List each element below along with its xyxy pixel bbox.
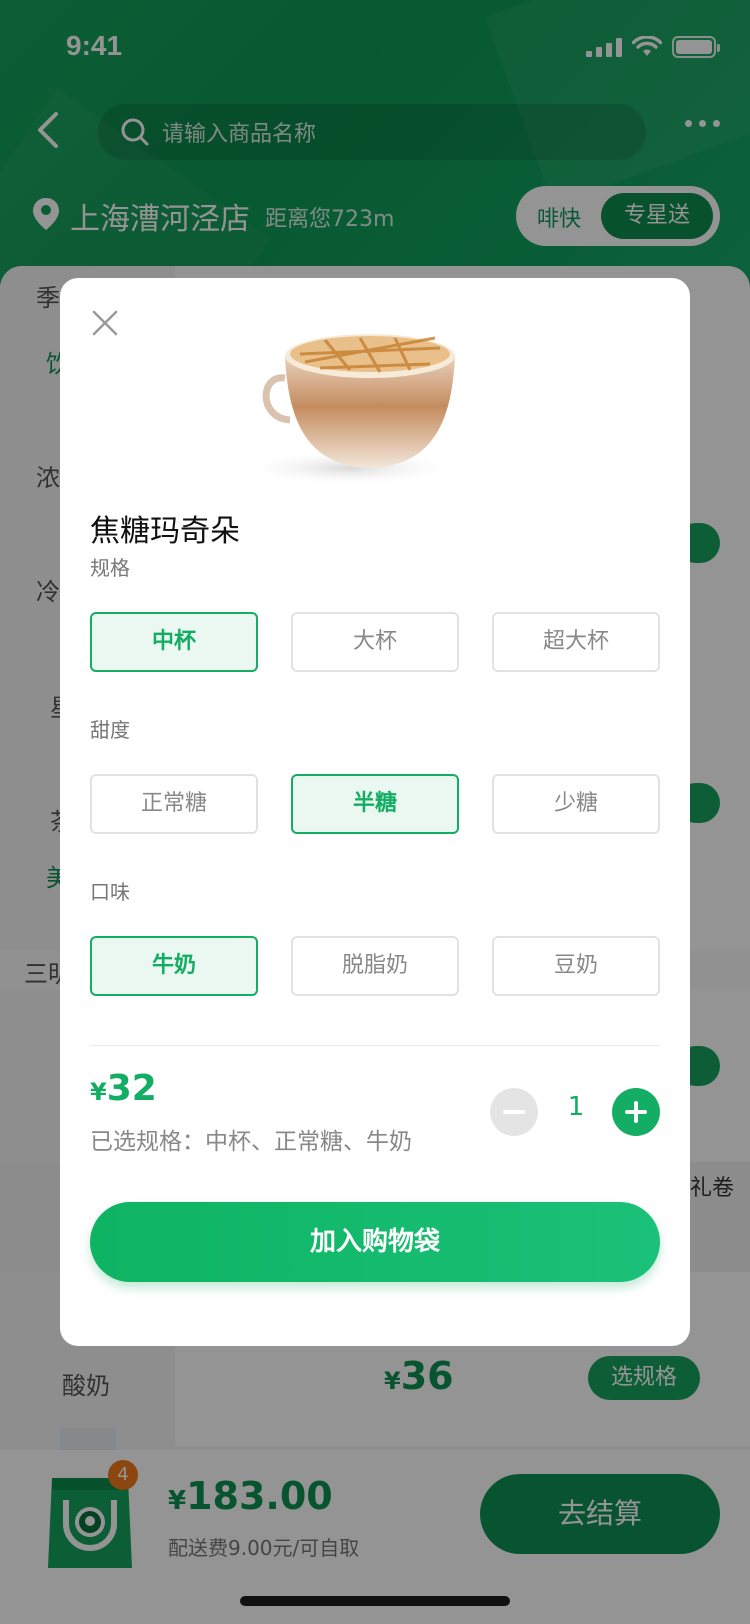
sweetness-section-label: 甜度 (90, 718, 130, 742)
size-option-extra-large[interactable]: 超大杯 (492, 612, 660, 672)
milk-option-skim[interactable]: 脱脂奶 (291, 936, 459, 996)
sweetness-option-normal[interactable]: 正常糖 (90, 774, 258, 834)
size-option-large[interactable]: 大杯 (291, 612, 459, 672)
milk-options: 牛奶 脱脂奶 豆奶 (90, 936, 660, 996)
milk-section-label: 口味 (90, 880, 130, 904)
home-indicator (240, 1596, 510, 1606)
size-section-label: 规格 (90, 556, 130, 580)
sweetness-option-less[interactable]: 少糖 (492, 774, 660, 834)
sweetness-option-half[interactable]: 半糖 (291, 774, 459, 834)
sweetness-options: 正常糖 半糖 少糖 (90, 774, 660, 834)
quantity-value: 1 (567, 1092, 585, 1122)
divider (90, 1045, 660, 1046)
product-price: ¥32 (90, 1068, 157, 1109)
coffee-cup-image (240, 334, 460, 486)
milk-option-whole[interactable]: 牛奶 (90, 936, 258, 996)
close-icon[interactable] (90, 308, 120, 338)
product-name: 焦糖玛奇朵 (90, 514, 240, 549)
quantity-increase-button[interactable] (612, 1088, 660, 1136)
size-option-medium[interactable]: 中杯 (90, 612, 258, 672)
quantity-decrease-button[interactable] (490, 1088, 538, 1136)
product-options-modal: 焦糖玛奇朵 规格 中杯 大杯 超大杯 甜度 正常糖 半糖 少糖 口味 牛奶 脱脂… (60, 278, 690, 1346)
add-to-bag-button[interactable]: 加入购物袋 (90, 1202, 660, 1282)
selected-spec-summary: 已选规格：中杯、正常糖、牛奶 (90, 1129, 412, 1155)
milk-option-soy[interactable]: 豆奶 (492, 936, 660, 996)
size-options: 中杯 大杯 超大杯 (90, 612, 660, 672)
